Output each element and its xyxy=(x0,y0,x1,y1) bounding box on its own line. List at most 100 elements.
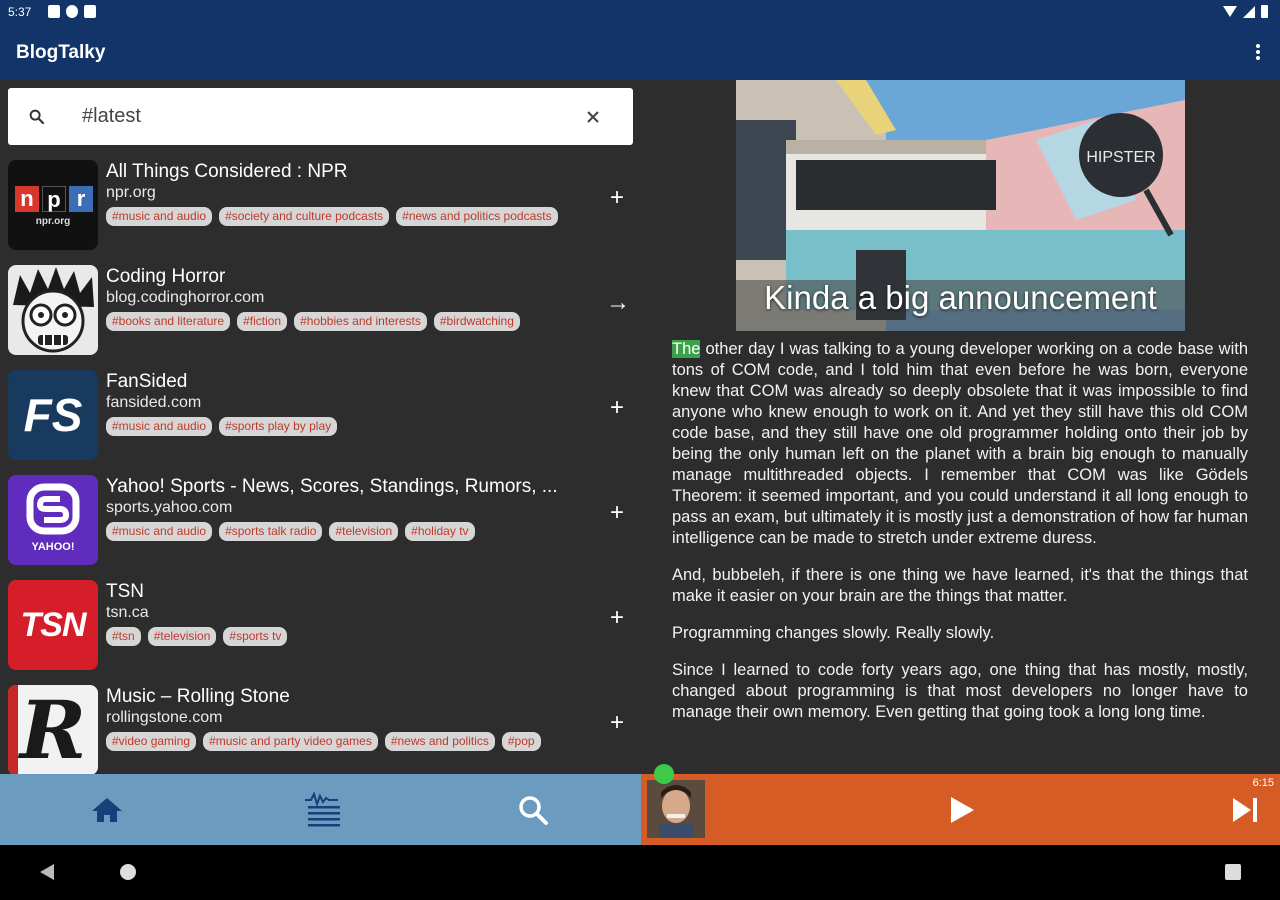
tag-chip[interactable]: #tsn xyxy=(106,627,141,646)
feed-url: rollingstone.com xyxy=(106,709,223,726)
tag-chip[interactable]: #music and audio xyxy=(106,207,213,226)
coding-horror-face-icon xyxy=(13,267,94,353)
notification-icon xyxy=(48,5,60,18)
tag-list: #video gaming #music and party video game… xyxy=(106,732,593,752)
sync-icon xyxy=(66,5,78,18)
tag-chip[interactable]: #sports play by play xyxy=(219,417,338,436)
player-bar: 6:15 xyxy=(641,764,1280,845)
tag-chip[interactable]: #hobbies and interests xyxy=(294,312,427,331)
playing-indicator xyxy=(654,764,674,784)
add-feed-button[interactable]: + xyxy=(606,606,628,630)
tag-chip[interactable]: #news and politics podcasts xyxy=(396,207,558,226)
article-body: The other day I was talking to a young d… xyxy=(672,339,1248,739)
tag-list: #tsn #television #sports tv xyxy=(106,627,593,647)
feed-panel: #latest n p r npr.org All Things Conside… xyxy=(0,80,641,774)
notification-icons xyxy=(48,5,96,18)
open-feed-arrow-icon[interactable]: → xyxy=(606,291,630,315)
add-feed-button[interactable]: + xyxy=(606,711,628,735)
tag-chip[interactable]: #holiday tv xyxy=(405,522,475,541)
add-feed-button[interactable]: + xyxy=(606,186,628,210)
back-icon[interactable] xyxy=(40,864,54,880)
tag-chip[interactable]: #fiction xyxy=(237,312,288,331)
article-paragraph: And, bubbeleh, if there is one thing we … xyxy=(672,566,1248,605)
article-paragraph: The other day I was talking to a young d… xyxy=(672,339,1248,549)
add-feed-button[interactable]: + xyxy=(606,501,628,525)
status-time: 5:37 xyxy=(8,5,32,19)
wifi-icon xyxy=(1223,6,1237,17)
feed-logo: R xyxy=(8,685,98,774)
npr-logo-sub: npr.org xyxy=(35,216,71,227)
feed-logo: FS xyxy=(8,370,98,460)
article-paragraph: Programming changes slowly. Really slowl… xyxy=(672,624,995,642)
tag-chip[interactable]: #sports talk radio xyxy=(219,522,323,541)
feed-title: Music – Rolling Stone xyxy=(106,686,290,707)
tag-chip[interactable]: #television xyxy=(147,627,217,646)
tag-list: #music and audio #sports talk radio #telev… xyxy=(106,522,593,542)
feed-url: fansided.com xyxy=(106,394,202,411)
highlighted-word: The xyxy=(672,340,701,358)
feed-title: TSN xyxy=(106,581,144,602)
add-feed-button[interactable]: + xyxy=(606,396,628,420)
status-bar: 5:37 xyxy=(0,0,1280,24)
tag-chip[interactable]: #books and literature xyxy=(106,312,231,331)
tag-chip[interactable]: #pop xyxy=(501,732,541,751)
feed-item[interactable]: YAHOO! Yahoo! Sports - News, Scores, Sta… xyxy=(0,470,641,575)
feed-title: Coding Horror xyxy=(106,266,226,287)
tag-chip[interactable]: #television xyxy=(329,522,399,541)
article-hero-image: HIPSTER Kinda a big announcement xyxy=(736,80,1185,331)
feed-item[interactable]: Coding Horror blog.codinghorror.com #boo… xyxy=(0,260,641,365)
feed-logo: YAHOO! xyxy=(8,475,98,565)
tag-chip[interactable]: #birdwatching xyxy=(433,312,520,331)
feed-item[interactable]: FS FanSided fansided.com #music and audi… xyxy=(0,365,641,470)
episode-duration: 6:15 xyxy=(1252,777,1274,789)
tag-chip[interactable]: #music and audio xyxy=(106,417,213,436)
article-paragraph: Since I learned to code forty years ago,… xyxy=(672,661,1248,721)
tag-list: #music and audio #sports play by play xyxy=(106,417,593,437)
feed-list: n p r npr.org All Things Considered : NP… xyxy=(0,155,641,774)
close-icon[interactable] xyxy=(583,107,603,127)
feed-logo xyxy=(8,265,98,355)
feed-item[interactable]: TSN TSN tsn.ca #tsn #television #sports tv… xyxy=(0,575,641,680)
feed-url: sports.yahoo.com xyxy=(106,499,233,516)
tag-list: #books and literature #fiction #hobbies an… xyxy=(106,312,593,332)
recents-icon[interactable] xyxy=(1225,864,1241,880)
feed-url: blog.codinghorror.com xyxy=(106,289,265,306)
tag-list: #music and audio #society and culture pod… xyxy=(106,207,593,227)
skip-next-icon[interactable] xyxy=(1231,796,1261,824)
overflow-menu-icon[interactable] xyxy=(1250,41,1266,63)
signal-icon xyxy=(1243,5,1255,18)
feed-logo: n p r npr.org xyxy=(8,160,98,250)
npr-logo-letter: n xyxy=(15,186,39,212)
tag-chip[interactable]: #news and politics xyxy=(384,732,495,751)
app-bar: BlogTalky xyxy=(0,24,1280,80)
search-icon[interactable] xyxy=(513,790,553,830)
feed-item[interactable]: R Music – Rolling Stone rollingstone.com… xyxy=(0,680,641,774)
search-input[interactable]: #latest xyxy=(82,105,141,128)
article-panel: HIPSTER Kinda a big announcement The oth… xyxy=(641,80,1280,774)
play-icon[interactable] xyxy=(949,796,975,824)
sd-card-icon xyxy=(84,5,96,18)
feed-url: tsn.ca xyxy=(106,604,149,621)
home-circle-icon[interactable] xyxy=(120,864,136,880)
tag-chip[interactable]: #music and party video games xyxy=(203,732,378,751)
article-title: Kinda a big announcement xyxy=(764,279,1157,316)
playlist-icon[interactable] xyxy=(302,790,342,830)
paragraph-text: other day I was talking to a young devel… xyxy=(672,340,1248,547)
feed-logo: TSN xyxy=(8,580,98,670)
feed-title: FanSided xyxy=(106,371,188,392)
bottom-navigation xyxy=(0,774,641,845)
feed-item[interactable]: n p r npr.org All Things Considered : NP… xyxy=(0,155,641,260)
system-icons xyxy=(1223,5,1268,18)
npr-logo-letter: r xyxy=(69,186,93,212)
tag-chip[interactable]: #video gaming xyxy=(106,732,197,751)
tag-chip[interactable]: #sports tv xyxy=(223,627,288,646)
feed-url: npr.org xyxy=(106,184,156,201)
feed-title: Yahoo! Sports - News, Scores, Standings,… xyxy=(106,476,558,497)
tag-chip[interactable]: #society and culture podcasts xyxy=(219,207,390,226)
app-title: BlogTalky xyxy=(16,42,106,63)
episode-thumbnail[interactable] xyxy=(647,780,705,838)
home-icon[interactable] xyxy=(87,790,127,830)
tag-chip[interactable]: #music and audio xyxy=(106,522,213,541)
feed-title: All Things Considered : NPR xyxy=(106,161,348,182)
search-bar[interactable]: #latest xyxy=(8,88,633,145)
